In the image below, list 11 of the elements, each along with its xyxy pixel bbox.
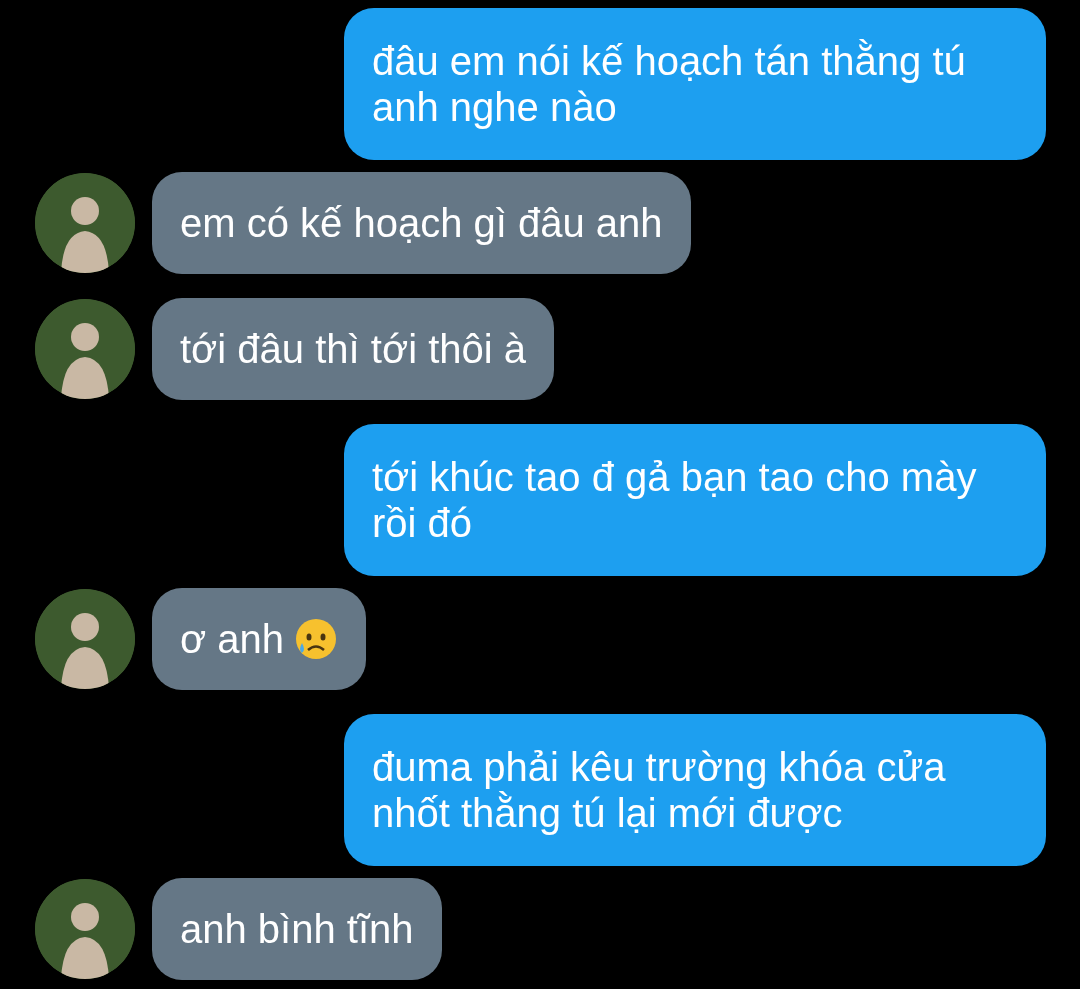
message-text: tới đâu thì tới thôi à <box>180 326 526 372</box>
message-text: ơ anh <box>180 616 285 662</box>
avatar[interactable] <box>35 879 135 979</box>
sent-message: tới khúc tao đ gả bạn tao cho mày rồi đó <box>344 424 1046 576</box>
avatar[interactable] <box>35 589 135 689</box>
sent-message: đâu em nói kế hoạch tán thằng tú anh nghe nào <box>344 8 1046 160</box>
avatar[interactable] <box>35 299 135 399</box>
sent-message: đuma phải kêu trường khóa cửa nhốt thằng tú lại mới được <box>344 714 1046 866</box>
avatar[interactable] <box>35 173 135 273</box>
message-text: anh bình tĩnh <box>180 906 414 952</box>
message-text: em có kế hoạch gì đâu anh <box>180 200 663 246</box>
